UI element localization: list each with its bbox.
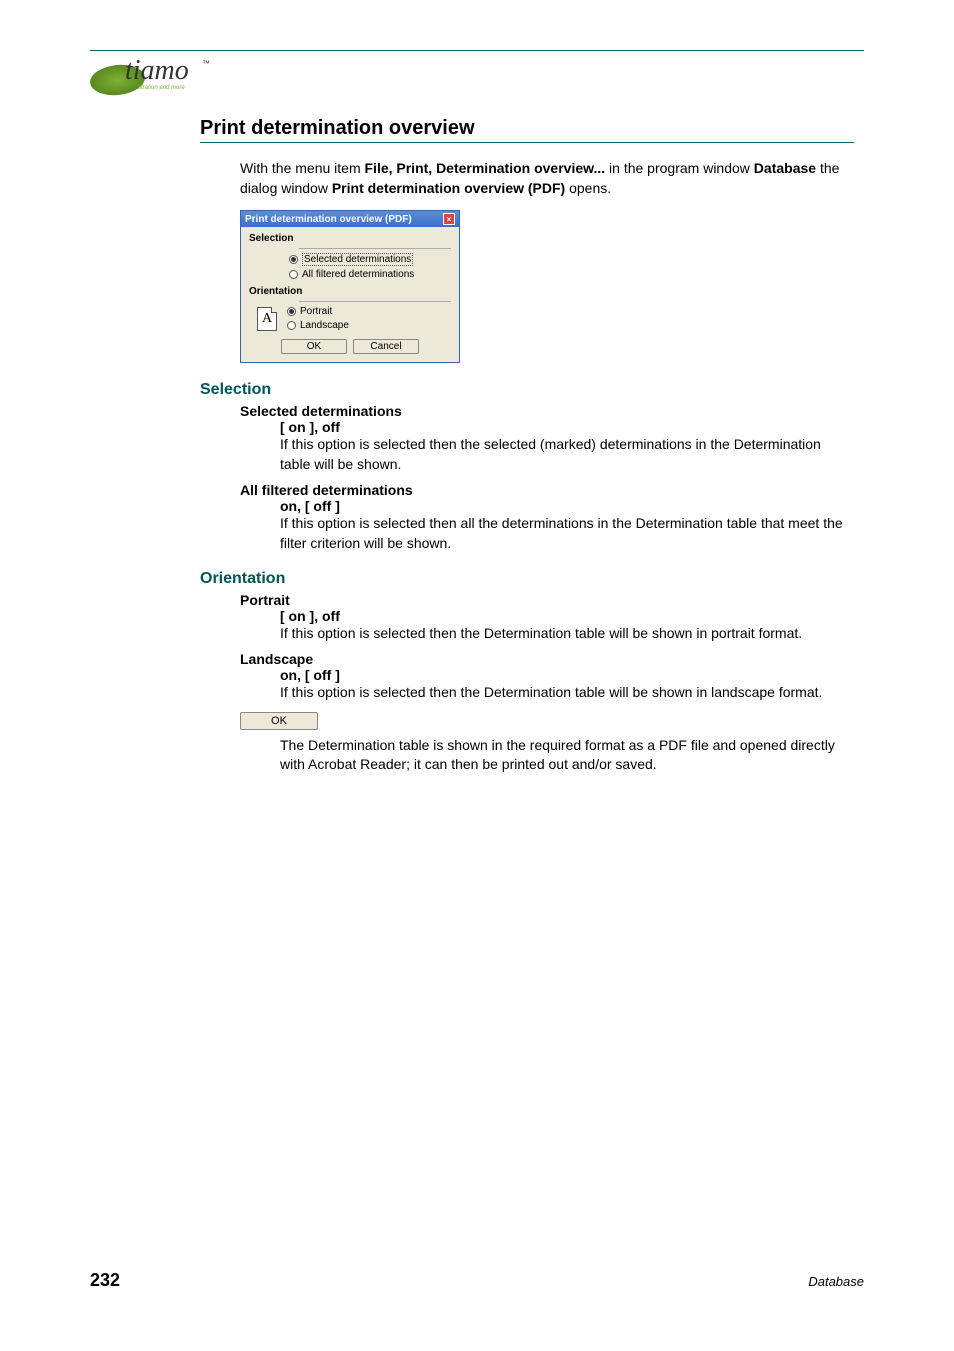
- page-title: Print determination overview: [200, 117, 854, 143]
- radio-label-portrait: Portrait: [300, 306, 332, 317]
- fieldset-rule: [299, 248, 451, 249]
- orientation-legend: Orientation: [249, 286, 302, 297]
- cancel-button[interactable]: Cancel: [353, 339, 419, 354]
- state-selected-determinations: [ on ], off: [280, 419, 854, 435]
- radio-label-landscape: Landscape: [300, 320, 349, 331]
- page-number: 232: [90, 1270, 120, 1291]
- brand-logo: tiamo ™ titration and more: [90, 57, 220, 97]
- intro-paragraph: With the menu item File, Print, Determin…: [240, 159, 854, 198]
- state-all-filtered: on, [ off ]: [280, 498, 854, 514]
- orientation-heading: Orientation: [200, 570, 854, 588]
- desc-portrait: If this option is selected then the Dete…: [280, 624, 854, 644]
- print-dialog: Print determination overview (PDF) × Sel…: [240, 210, 460, 363]
- selection-heading: Selection: [200, 381, 854, 399]
- intro-mid: in the program window: [605, 160, 754, 176]
- intro-pre: With the menu item: [240, 160, 365, 176]
- desc-selected-determinations: If this option is selected then the sele…: [280, 435, 854, 474]
- ok-button-inline[interactable]: OK: [240, 712, 318, 730]
- term-selected-determinations: Selected determinations: [240, 403, 854, 419]
- radio-all-filtered[interactable]: [289, 270, 298, 279]
- term-portrait: Portrait: [240, 592, 854, 608]
- intro-win: Database: [754, 160, 816, 176]
- logo-tagline: titration and more: [138, 85, 185, 91]
- radio-selected-determinations[interactable]: [289, 255, 298, 264]
- top-rule: [90, 50, 864, 51]
- term-all-filtered: All filtered determinations: [240, 482, 854, 498]
- intro-menuitem: File, Print, Determination overview...: [365, 160, 606, 176]
- radio-landscape[interactable]: [287, 321, 296, 330]
- dialog-title-text: Print determination overview (PDF): [245, 214, 412, 225]
- term-landscape: Landscape: [240, 651, 854, 667]
- radio-label-selected: Selected determinations: [302, 253, 413, 266]
- selection-legend: Selection: [249, 233, 293, 244]
- state-landscape: on, [ off ]: [280, 667, 854, 683]
- fieldset-rule: [299, 301, 451, 302]
- desc-ok: The Determination table is shown in the …: [280, 736, 854, 775]
- radio-portrait[interactable]: [287, 307, 296, 316]
- logo-tm: ™: [202, 59, 210, 68]
- dialog-titlebar: Print determination overview (PDF) ×: [241, 211, 459, 227]
- desc-landscape: If this option is selected then the Dete…: [280, 683, 854, 703]
- close-icon[interactable]: ×: [443, 213, 455, 225]
- desc-all-filtered: If this option is selected then all the …: [280, 514, 854, 553]
- footer-section-label: Database: [808, 1274, 864, 1289]
- intro-dlgname: Print determination overview (PDF): [332, 180, 565, 196]
- logo-text: tiamo: [125, 55, 189, 87]
- intro-post: opens.: [565, 180, 611, 196]
- dialog-screenshot: Print determination overview (PDF) × Sel…: [240, 210, 854, 363]
- state-portrait: [ on ], off: [280, 608, 854, 624]
- ok-button[interactable]: OK: [281, 339, 347, 354]
- radio-label-all-filtered: All filtered determinations: [302, 269, 414, 280]
- portrait-page-icon: A: [257, 307, 277, 331]
